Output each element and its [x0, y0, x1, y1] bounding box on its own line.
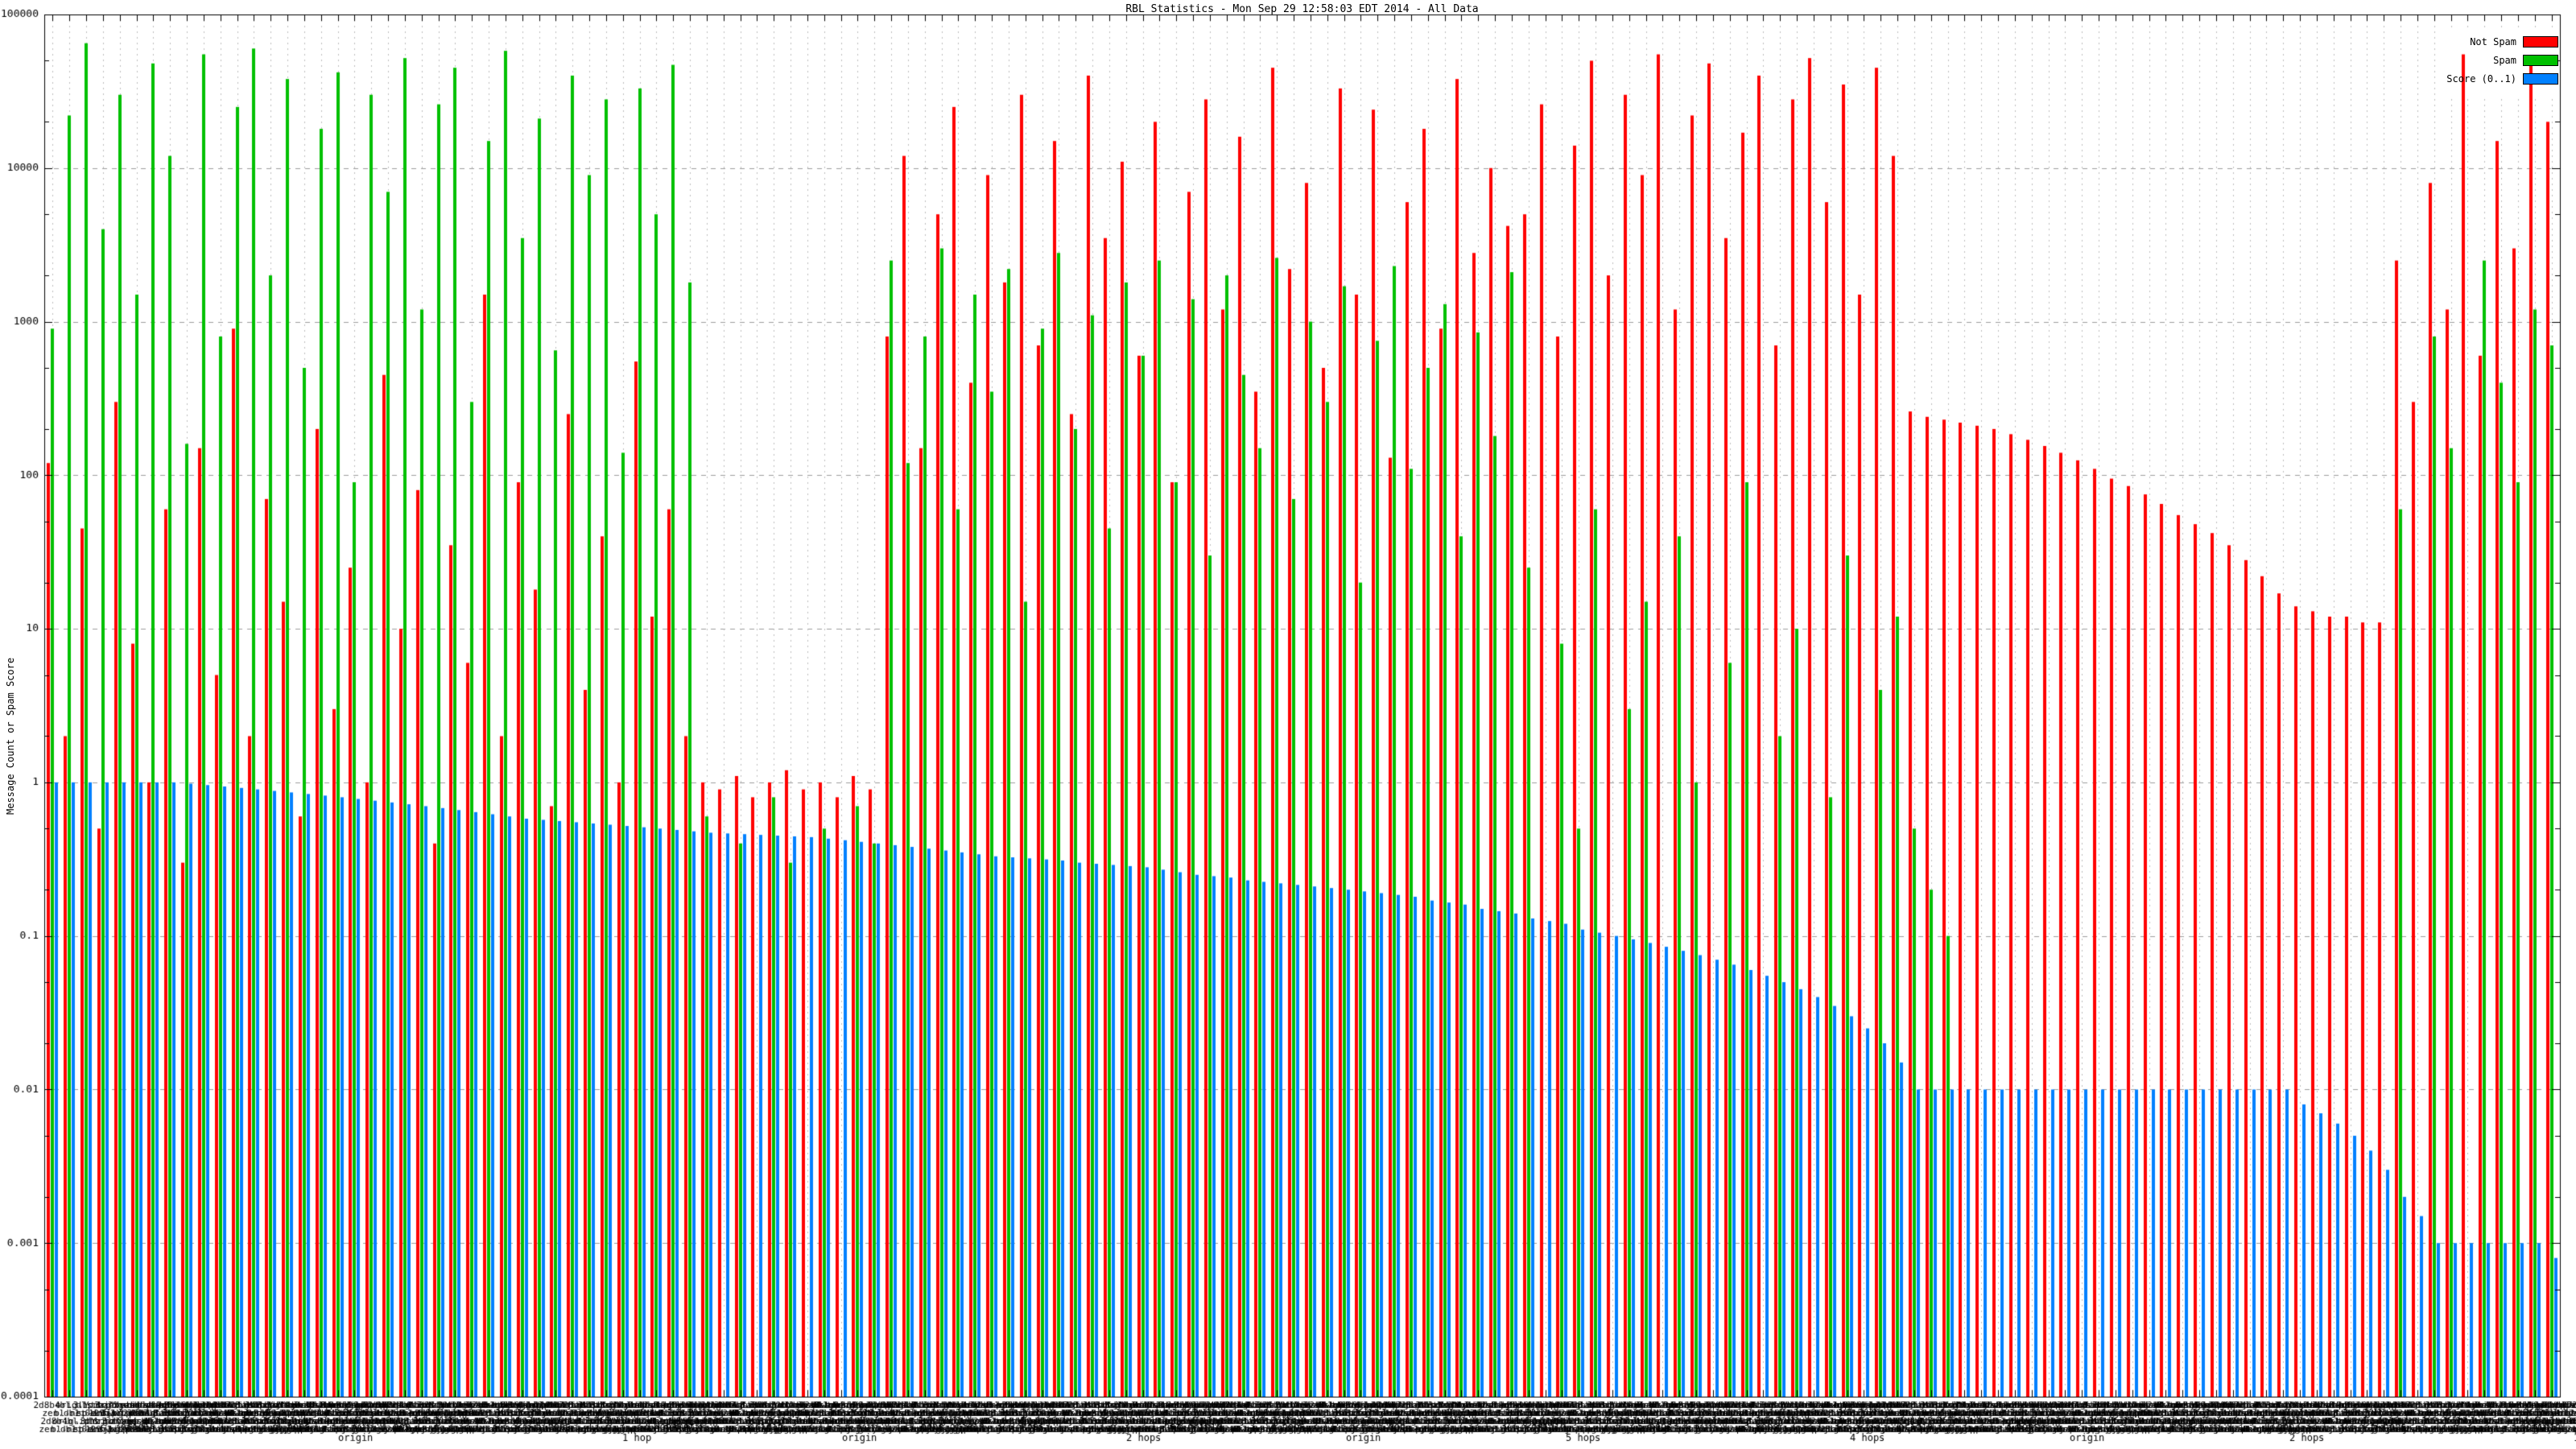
legend-item-spam: Spam: [2446, 51, 2558, 69]
legend-label-not-spam: Not Spam: [2470, 35, 2516, 47]
legend-label-score: Score (0..1): [2446, 72, 2516, 85]
legend-swatch-score-icon: [2523, 72, 2558, 85]
y-axis-label: Message Count or Spam Score: [5, 657, 16, 815]
legend-swatch-not-spam-icon: [2523, 35, 2558, 47]
chart-title: RBL Statistics - Mon Sep 29 12:58:03 EDT…: [1125, 3, 1479, 15]
chart-canvas: [0, 0, 2576, 1449]
legend-swatch-spam-icon: [2523, 54, 2558, 66]
legend: Not Spam Spam Score (0..1): [2446, 32, 2558, 88]
legend-item-score: Score (0..1): [2446, 69, 2558, 88]
legend-label-spam: Spam: [2493, 54, 2516, 66]
rbl-statistics-chart: RBL Statistics - Mon Sep 29 12:58:03 EDT…: [0, 0, 2576, 1449]
legend-item-not-spam: Not Spam: [2446, 32, 2558, 51]
